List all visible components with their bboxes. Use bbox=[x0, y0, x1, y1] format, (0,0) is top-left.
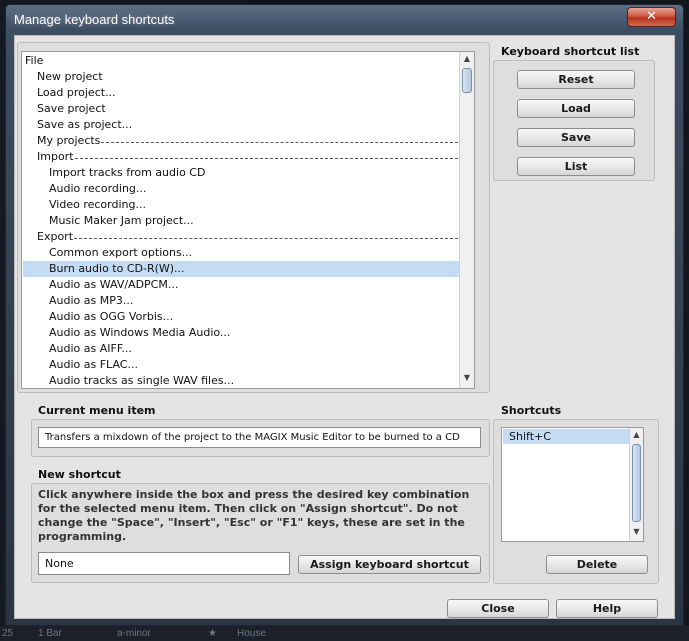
menu-tree-scroll-thumb[interactable] bbox=[462, 68, 472, 93]
menu-tree-item[interactable]: Audio recording... bbox=[49, 181, 146, 197]
assign-shortcut-button[interactable]: Assign keyboard shortcut bbox=[298, 555, 481, 574]
menu-tree-item-label: Audio as Windows Media Audio... bbox=[49, 326, 231, 339]
shortcut-item[interactable]: Shift+C bbox=[503, 429, 629, 444]
style-label: House bbox=[237, 628, 266, 639]
menu-tree-item-label: My projects bbox=[37, 134, 101, 147]
menu-tree-item-label: Music Maker Jam project... bbox=[49, 214, 194, 227]
shortcuts-list[interactable]: Shift+C ▲ ▼ bbox=[501, 427, 644, 542]
menu-tree-item[interactable]: Save as project... bbox=[37, 117, 132, 133]
manage-shortcuts-dialog: Manage keyboard shortcuts ✕ File New proj… bbox=[5, 4, 684, 626]
reset-button[interactable]: Reset bbox=[517, 70, 635, 89]
menu-tree-item[interactable]: File bbox=[25, 53, 43, 69]
load-button[interactable]: Load bbox=[517, 99, 635, 118]
scroll-up-icon[interactable]: ▲ bbox=[630, 429, 643, 441]
dialog-client-area: File New project Load project... Save proje… bbox=[14, 35, 675, 619]
menu-tree-item[interactable]: Export bbox=[37, 229, 458, 245]
current-menu-item-title: Current menu item bbox=[38, 404, 156, 417]
menu-tree-item-label: Save project bbox=[37, 102, 106, 115]
save-button[interactable]: Save bbox=[517, 128, 635, 147]
title-bar[interactable]: Manage keyboard shortcuts ✕ bbox=[6, 5, 683, 35]
menu-tree-item-label: Common export options... bbox=[49, 246, 193, 259]
menu-tree-item[interactable]: Burn audio to CD-R(W)... bbox=[23, 261, 459, 277]
close-button[interactable]: Close bbox=[447, 599, 549, 618]
menu-tree-item-label: Burn audio to CD-R(W)... bbox=[49, 262, 185, 275]
close-icon: ✕ bbox=[646, 9, 657, 24]
shortcuts-group: Shift+C ▲ ▼ Delete bbox=[493, 419, 659, 584]
menu-tree-scrollbar[interactable]: ▲ ▼ bbox=[459, 52, 474, 388]
menu-tree-item-label: Audio as WAV/ADPCM... bbox=[49, 278, 179, 291]
menu-tree-item[interactable]: Audio as FLAC... bbox=[49, 357, 138, 373]
shortcut-capture-field[interactable]: None bbox=[38, 552, 290, 575]
close-window-button[interactable]: ✕ bbox=[627, 7, 676, 27]
menu-tree-group: File New project Load project... Save proje… bbox=[17, 42, 490, 393]
shortcuts-scrollbar[interactable]: ▲ ▼ bbox=[629, 428, 643, 541]
menu-tree-item-label: Audio as OGG Vorbis... bbox=[49, 310, 174, 323]
star-icon: ★ bbox=[208, 628, 217, 639]
delete-shortcut-button[interactable]: Delete bbox=[546, 555, 648, 574]
list-button[interactable]: List bbox=[517, 157, 635, 176]
menu-tree-item-label: Audio tracks as single WAV files... bbox=[49, 374, 235, 387]
menu-tree-item-label: Save as project... bbox=[37, 118, 133, 131]
scroll-down-icon[interactable]: ▼ bbox=[460, 372, 474, 384]
menu-tree-item[interactable]: Audio as MP3... bbox=[49, 293, 133, 309]
menu-tree-list[interactable]: File New project Load project... Save proje… bbox=[21, 51, 475, 389]
menu-separator-line bbox=[101, 142, 458, 143]
current-menu-item-description: Transfers a mixdown of the project to th… bbox=[38, 427, 481, 448]
menu-tree-item[interactable]: Audio as Windows Media Audio... bbox=[49, 325, 230, 341]
menu-tree-item[interactable]: Import bbox=[37, 149, 458, 165]
menu-tree-item-label: Audio as AIFF... bbox=[49, 342, 132, 355]
menu-tree-item-label: Export bbox=[37, 230, 74, 243]
menu-separator-line bbox=[74, 238, 458, 239]
menu-tree-item[interactable]: Audio tracks as single WAV files... bbox=[49, 373, 235, 388]
shortcuts-scroll-thumb[interactable] bbox=[632, 444, 641, 522]
menu-tree-item[interactable]: My projects bbox=[37, 133, 458, 149]
menu-tree-item[interactable]: Audio as OGG Vorbis... bbox=[49, 309, 173, 325]
menu-tree-item-label: Load project... bbox=[37, 86, 116, 99]
menu-tree-item[interactable]: Audio as WAV/ADPCM... bbox=[49, 277, 178, 293]
menu-tree-item[interactable]: Import tracks from audio CD bbox=[49, 165, 205, 181]
dialog-title: Manage keyboard shortcuts bbox=[14, 12, 175, 27]
new-shortcut-instructions: Click anywhere inside the box and press … bbox=[38, 488, 470, 543]
shortcuts-title: Shortcuts bbox=[501, 404, 562, 417]
menu-tree-item-label: Import tracks from audio CD bbox=[49, 166, 206, 179]
menu-tree-item-label: Audio as FLAC... bbox=[49, 358, 138, 371]
menu-tree-item-label: File bbox=[25, 54, 44, 67]
key-label: a-minor bbox=[117, 628, 151, 639]
menu-tree-item[interactable]: Audio as AIFF... bbox=[49, 341, 132, 357]
menu-tree-item-label: Audio recording... bbox=[49, 182, 147, 195]
shortcut-list-title: Keyboard shortcut list bbox=[501, 45, 640, 58]
menu-separator-line bbox=[75, 158, 458, 159]
menu-tree-item[interactable]: Music Maker Jam project... bbox=[49, 213, 194, 229]
menu-tree-item-label: New project bbox=[37, 70, 103, 83]
menu-tree-item[interactable]: Video recording... bbox=[49, 197, 146, 213]
bar-label: 1 Bar bbox=[38, 628, 62, 639]
help-button[interactable]: Help bbox=[556, 599, 658, 618]
menu-tree-item-label: Video recording... bbox=[49, 198, 146, 211]
menu-tree-item-label: Import bbox=[37, 150, 74, 163]
scroll-down-icon[interactable]: ▼ bbox=[630, 526, 643, 538]
menu-tree-item[interactable]: New project bbox=[37, 69, 103, 85]
scroll-up-icon[interactable]: ▲ bbox=[460, 53, 474, 65]
new-shortcut-title: New shortcut bbox=[38, 468, 121, 481]
current-menu-item-group: Transfers a mixdown of the project to th… bbox=[31, 419, 490, 457]
shortcut-list-group: Reset Load Save List bbox=[493, 60, 655, 181]
menu-tree-item[interactable]: Save project bbox=[37, 101, 106, 117]
new-shortcut-group: Click anywhere inside the box and press … bbox=[31, 483, 490, 583]
menu-tree-item-label: Audio as MP3... bbox=[49, 294, 134, 307]
menu-tree-item[interactable]: Load project... bbox=[37, 85, 116, 101]
background-track-strip: 25 1 Bar a-minor ★ House bbox=[0, 626, 689, 641]
track-number: 25 bbox=[2, 628, 14, 639]
menu-tree-item[interactable]: Common export options... bbox=[49, 245, 192, 261]
